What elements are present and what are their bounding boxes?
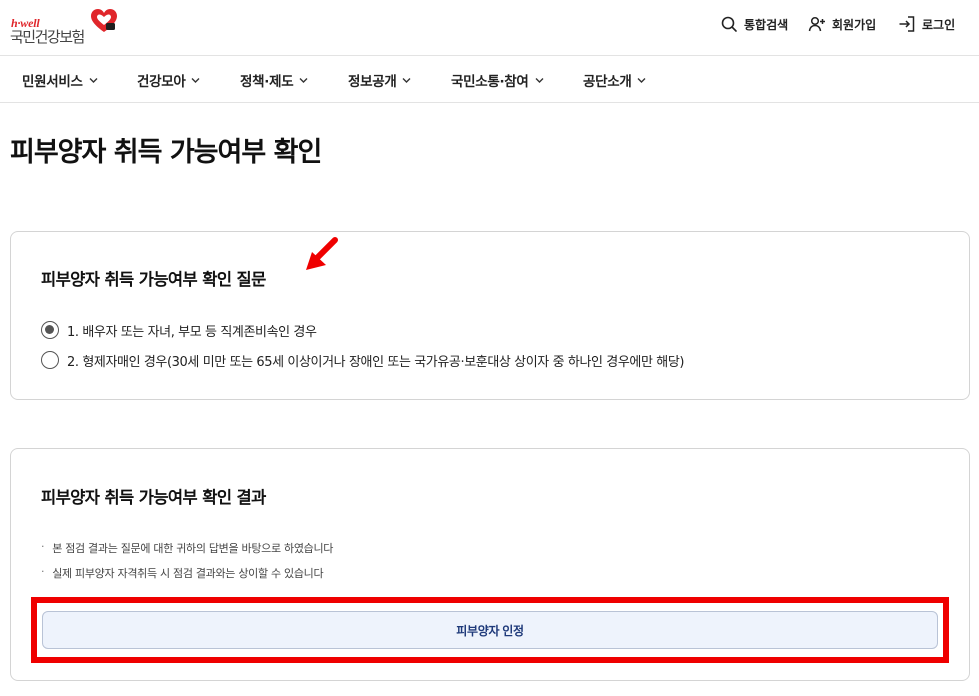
utility-search-link[interactable]: 통합검색 [720, 14, 788, 34]
option-direct-family[interactable]: 1. 배우자 또는 자녀, 부모 등 직계존비속인 경우 [41, 320, 317, 340]
result-card-title: 피부양자 취득 가능여부 확인 결과 [41, 488, 266, 507]
nav-item-about[interactable]: 공단소개 [583, 69, 647, 91]
option-label: 1. 배우자 또는 자녀, 부모 등 직계존비속인 경우 [67, 324, 317, 340]
chevron-down-icon [637, 77, 646, 83]
chevron-down-icon [535, 77, 544, 83]
nav-item-label: 국민소통·참여 [451, 74, 529, 90]
utility-search-label: 통합검색 [744, 17, 789, 32]
result-note-text: 본 점검 결과는 질문에 대한 귀하의 답변을 바탕으로 하였습니다 [52, 542, 334, 555]
option-siblings[interactable]: 2. 형제자매인 경우(30세 미만 또는 65세 이상이거나 장애인 또는 국… [41, 350, 684, 370]
chevron-down-icon [191, 77, 200, 83]
user-plus-icon [808, 16, 825, 32]
result-note-text: 실제 피부양자 자격취득 시 점검 결과와는 상이할 수 있습니다 [52, 567, 324, 580]
red-arrow-annotation-icon [306, 237, 338, 270]
nav-item-label: 정보공개 [348, 74, 397, 90]
radio-button-checked[interactable] [41, 321, 59, 339]
utility-join-link[interactable]: 회원가입 [808, 14, 876, 34]
logo-name: 국민건강보험 [10, 28, 85, 46]
chevron-down-icon [89, 77, 98, 83]
main-navigation: 민원서비스 건강모아 정책·제도 정보공개 국민소통·참여 공단소개 [0, 56, 979, 103]
nav-item-policy[interactable]: 정책·제도 [240, 69, 309, 91]
question-card: 피부양자 취득 가능여부 확인 질문 1. 배우자 또는 자녀, 부모 등 직계… [10, 231, 970, 400]
search-icon [721, 16, 737, 32]
bullet-dot: · [41, 540, 45, 553]
radio-button[interactable] [41, 351, 59, 369]
nav-item-health[interactable]: 건강모아 [137, 69, 201, 91]
utility-login-label: 로그인 [922, 17, 956, 32]
nav-item-label: 공단소개 [583, 74, 632, 90]
nav-item-communication[interactable]: 국민소통·참여 [451, 69, 545, 91]
question-card-title: 피부양자 취득 가능여부 확인 질문 [41, 270, 266, 289]
nav-item-label: 민원서비스 [22, 74, 83, 90]
heart-icon [91, 9, 117, 32]
login-icon [899, 16, 915, 32]
nav-item-label: 건강모아 [137, 74, 186, 90]
nav-item-label: 정책·제도 [240, 74, 294, 90]
result-note: · 본 점검 결과는 질문에 대한 귀하의 답변을 바탕으로 하였습니다 [41, 540, 333, 556]
dependent-approved-button[interactable]: 피부양자 인정 [42, 611, 938, 649]
site-logo[interactable]: h·well 국민건강보험 [10, 6, 120, 48]
result-note: · 실제 피부양자 자격취득 시 점검 결과와는 상이할 수 있습니다 [41, 565, 324, 581]
page-title: 피부양자 취득 가능여부 확인 [10, 137, 322, 168]
bullet-dot: · [41, 565, 45, 578]
top-header: h·well 국민건강보험 통합검색 회원가입 로그인 [0, 0, 979, 56]
chevron-down-icon [402, 77, 411, 83]
chevron-down-icon [299, 77, 308, 83]
nav-item-disclosure[interactable]: 정보공개 [348, 69, 412, 91]
utility-join-label: 회원가입 [832, 17, 877, 32]
nav-item-civil-service[interactable]: 민원서비스 [22, 69, 99, 91]
utility-login-link[interactable]: 로그인 [898, 14, 955, 34]
option-label: 2. 형제자매인 경우(30세 미만 또는 65세 이상이거나 장애인 또는 국… [67, 354, 685, 370]
